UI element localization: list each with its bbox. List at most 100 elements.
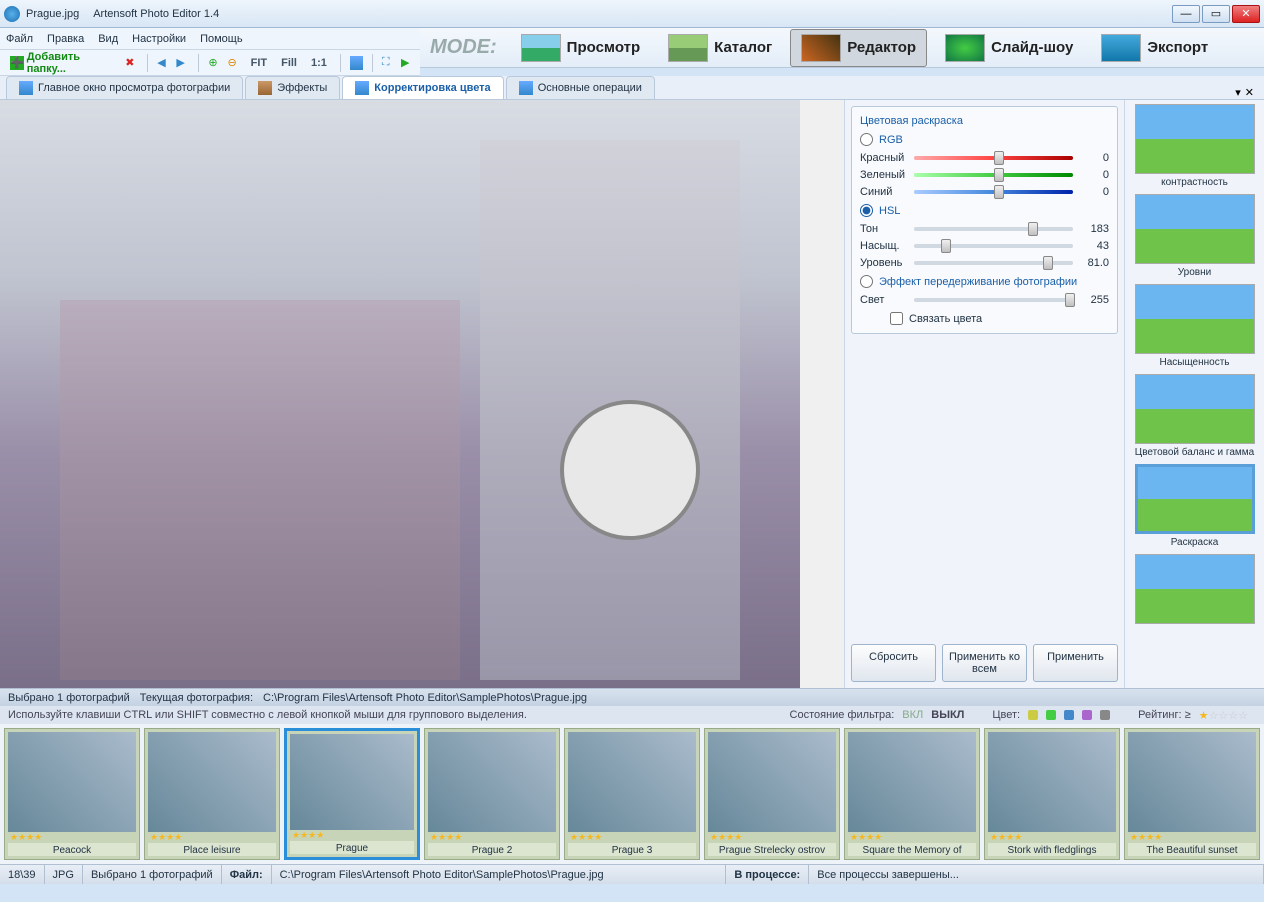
label-red: Красный xyxy=(860,152,908,164)
preset-thumb xyxy=(1135,464,1255,534)
label-light: Свет xyxy=(860,294,908,306)
fill-button[interactable]: Fill xyxy=(277,55,301,71)
thumb-name: Prague 2 xyxy=(428,843,556,856)
mode-view[interactable]: Просмотр xyxy=(511,30,650,66)
statusbar: 18\39 JPG Выбрано 1 фотографий Файл: C:\… xyxy=(0,864,1264,884)
thumb-image xyxy=(290,734,414,830)
apply-all-button[interactable]: Применить ко всем xyxy=(942,644,1027,682)
preset-item[interactable]: Насыщенность xyxy=(1129,284,1260,368)
menu-view[interactable]: Вид xyxy=(98,33,118,45)
menu-file[interactable]: Файл xyxy=(6,33,33,45)
reset-button[interactable]: Сбросить xyxy=(851,644,936,682)
photo-preview xyxy=(0,100,800,688)
mode-catalog[interactable]: Каталог xyxy=(658,30,782,66)
close-button[interactable]: ✕ xyxy=(1232,5,1260,23)
menu-edit[interactable]: Правка xyxy=(47,33,84,45)
slider-green[interactable] xyxy=(914,173,1073,177)
slider-blue[interactable] xyxy=(914,190,1073,194)
thumb-image xyxy=(1128,732,1256,832)
thumb-rating: ★★★★ xyxy=(988,832,1116,843)
preset-thumb xyxy=(1135,194,1255,264)
slider-light[interactable] xyxy=(914,298,1073,302)
thumb-name: Square the Memory of xyxy=(848,843,976,856)
one-to-one-button[interactable]: 1:1 xyxy=(307,55,331,71)
titlebar: Prague.jpg Artensoft Photo Editor 1.4 — … xyxy=(0,0,1264,28)
preset-label: Насыщенность xyxy=(1129,357,1260,368)
slideshow-icon xyxy=(945,34,985,62)
zoom-in-icon[interactable]: ⊕ xyxy=(208,56,221,70)
fullscreen-icon[interactable]: ⛶ xyxy=(382,56,395,70)
color-swatch[interactable] xyxy=(1064,710,1074,720)
thumbnail-card[interactable]: ★★★★Stork with fledglings xyxy=(984,728,1120,860)
title-appname: Artensoft Photo Editor 1.4 xyxy=(93,8,219,20)
thumbnail-strip[interactable]: ★★★★Peacock★★★★Place leisure★★★★Prague★★… xyxy=(0,724,1264,864)
thumbnail-card[interactable]: ★★★★Prague 3 xyxy=(564,728,700,860)
radio-hsl[interactable]: HSL xyxy=(860,204,1109,217)
maximize-button[interactable]: ▭ xyxy=(1202,5,1230,23)
color-swatch[interactable] xyxy=(1100,710,1110,720)
preset-label: Уровни xyxy=(1129,267,1260,278)
close-panel-icon[interactable]: ✕ xyxy=(1245,86,1254,99)
slider-sat[interactable] xyxy=(914,244,1073,248)
play-icon[interactable]: ▶ xyxy=(401,56,414,70)
thumb-rating: ★★★★ xyxy=(848,832,976,843)
checkbox-link-colors[interactable]: Связать цвета xyxy=(890,312,1109,325)
mode-export[interactable]: Экспорт xyxy=(1091,30,1218,66)
thumb-rating: ★★★★ xyxy=(1128,832,1256,843)
mode-editor[interactable]: Редактор xyxy=(790,29,927,67)
thumbnail-card[interactable]: ★★★★Square the Memory of xyxy=(844,728,980,860)
radio-rgb[interactable]: RGB xyxy=(860,133,1109,146)
preset-thumb xyxy=(1135,374,1255,444)
color-swatch[interactable] xyxy=(1082,710,1092,720)
preset-item[interactable]: контрастность xyxy=(1129,104,1260,188)
tool-icon[interactable] xyxy=(350,56,363,70)
hint-text: Используйте клавиши CTRL или SHIFT совме… xyxy=(8,709,527,721)
filter-on[interactable]: ВКЛ xyxy=(902,709,923,721)
apply-button[interactable]: Применить xyxy=(1033,644,1118,682)
arrow-left-icon[interactable]: ◀ xyxy=(157,56,170,70)
mode-slideshow[interactable]: Слайд-шоу xyxy=(935,30,1083,66)
color-swatch[interactable] xyxy=(1028,710,1038,720)
preset-item[interactable] xyxy=(1129,554,1260,624)
fit-button[interactable]: FIT xyxy=(247,55,272,71)
slider-hue[interactable] xyxy=(914,227,1073,231)
color-swatch[interactable] xyxy=(1046,710,1056,720)
thumb-image xyxy=(568,732,696,832)
catalog-icon xyxy=(668,34,708,62)
label-level: Уровень xyxy=(860,257,908,269)
thumb-name: Stork with fledglings xyxy=(988,843,1116,856)
presets-panel: контрастность Уровни Насыщенность Цветовой … xyxy=(1124,100,1264,688)
rating-stars[interactable]: ★☆☆☆☆ xyxy=(1199,709,1248,722)
tab-basic-ops[interactable]: Основные операции xyxy=(506,76,655,99)
minimize-button[interactable]: — xyxy=(1172,5,1200,23)
slider-level[interactable] xyxy=(914,261,1073,265)
slider-red[interactable] xyxy=(914,156,1073,160)
delete-icon[interactable]: ✖ xyxy=(125,56,138,70)
menu-settings[interactable]: Настройки xyxy=(132,33,186,45)
thumbnail-card[interactable]: ★★★★Prague xyxy=(284,728,420,860)
menu-help[interactable]: Помощь xyxy=(200,33,243,45)
label-sat: Насыщ. xyxy=(860,240,908,252)
thumb-image xyxy=(848,732,976,832)
thumb-name: The Beautiful sunset xyxy=(1128,843,1256,856)
preset-item[interactable]: Раскраска xyxy=(1129,464,1260,548)
status-file-label: Файл: xyxy=(222,865,272,884)
filter-off[interactable]: ВЫКЛ xyxy=(931,709,964,721)
thumbnail-card[interactable]: ★★★★Prague Strelecky ostrov xyxy=(704,728,840,860)
thumbnail-card[interactable]: ★★★★The Beautiful sunset xyxy=(1124,728,1260,860)
thumbnail-card[interactable]: ★★★★Prague 2 xyxy=(424,728,560,860)
tab-color-correct[interactable]: Корректировка цвета xyxy=(342,76,503,99)
dropdown-icon[interactable]: ▾ xyxy=(1235,86,1241,99)
thumbnail-card[interactable]: ★★★★Place leisure xyxy=(144,728,280,860)
app-icon xyxy=(4,6,20,22)
tab-main-window[interactable]: Главное окно просмотра фотографии xyxy=(6,76,243,99)
radio-overexpose[interactable]: Эффект передерживание фотографии xyxy=(860,275,1109,288)
arrow-right-icon[interactable]: ▶ xyxy=(176,56,189,70)
preset-item[interactable]: Цветовой баланс и гамма xyxy=(1129,374,1260,458)
tab-effects[interactable]: Эффекты xyxy=(245,76,340,99)
zoom-out-icon[interactable]: ⊖ xyxy=(228,56,241,70)
add-folder-button[interactable]: ➕Добавить папку... xyxy=(6,49,119,77)
thumbnail-card[interactable]: ★★★★Peacock xyxy=(4,728,140,860)
canvas[interactable] xyxy=(0,100,844,688)
preset-item[interactable]: Уровни xyxy=(1129,194,1260,278)
